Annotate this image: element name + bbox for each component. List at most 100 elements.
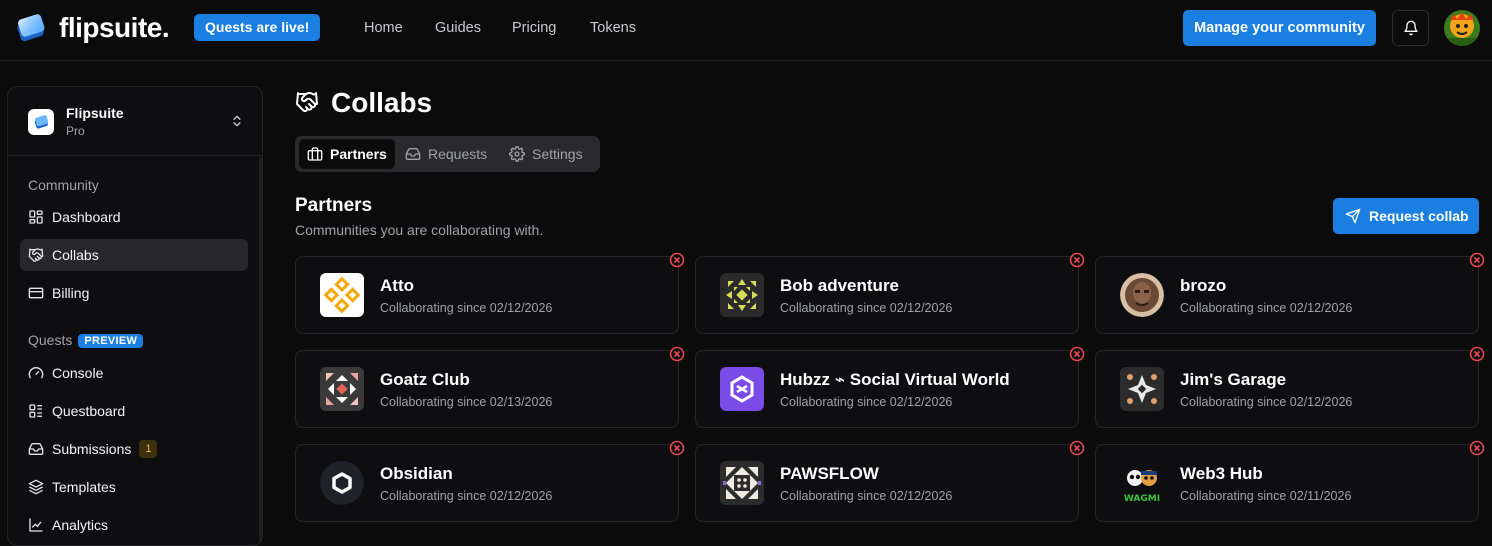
preview-badge: PREVIEW: [78, 334, 144, 348]
partner-since: Collaborating since 02/13/2026: [380, 395, 553, 409]
sidebar-item-label: Console: [52, 365, 104, 381]
sidebar-item-label: Collabs: [52, 247, 99, 263]
page-title: Collabs: [331, 87, 433, 118]
chart-icon: [29, 518, 43, 532]
chevrons-up-down-icon: [230, 113, 244, 129]
dashboard-icon: [29, 210, 43, 224]
hubzz-logo-icon: [720, 367, 764, 411]
goatz-club-logo-icon: [320, 367, 364, 411]
remove-partner-icon[interactable]: [1069, 252, 1085, 268]
partner-since: Collaborating since 02/12/2026: [380, 489, 553, 503]
partner-card[interactable]: PAWSFLOW Collaborating since 02/12/2026: [695, 440, 1085, 522]
quests-live-badge[interactable]: Quests are live!: [194, 14, 321, 41]
partner-since: Collaborating since 02/12/2026: [780, 301, 953, 315]
remove-partner-icon[interactable]: [1069, 346, 1085, 362]
partner-card[interactable]: Bob adventure Collaborating since 02/12/…: [695, 252, 1085, 334]
partner-name: Obsidian: [380, 464, 453, 483]
sidebar-item-console[interactable]: Console: [20, 357, 248, 389]
partner-card[interactable]: Hubzz ⌁ Social Virtual World Collaborati…: [695, 346, 1085, 428]
notifications-button[interactable]: [1392, 10, 1429, 46]
sidebar-item-submissions[interactable]: Submissions 1: [20, 433, 248, 465]
tab-label: Settings: [532, 146, 583, 162]
partner-card[interactable]: Obsidian Collaborating since 02/12/2026: [295, 440, 685, 522]
partner-card[interactable]: WAGMI Web3 Hub Collaborating since 02/11…: [1095, 440, 1485, 522]
sidebar-item-billing[interactable]: Billing: [20, 277, 248, 309]
remove-partner-icon[interactable]: [669, 252, 685, 268]
remove-partner-icon[interactable]: [1469, 440, 1485, 456]
tab-requests[interactable]: Requests: [397, 139, 495, 169]
partner-since: Collaborating since 02/12/2026: [1180, 395, 1353, 409]
request-collab-button[interactable]: Request collab: [1333, 198, 1479, 234]
list-icon: [29, 404, 42, 418]
sidebar-item-dashboard[interactable]: Dashboard: [20, 201, 248, 233]
inbox-icon: [28, 443, 44, 455]
partner-name: PAWSFLOW: [780, 464, 879, 483]
handshake-icon: [28, 248, 44, 262]
partner-card[interactable]: Atto Collaborating since 02/12/2026: [295, 252, 685, 334]
bell-icon: [1403, 20, 1418, 36]
nav-pricing[interactable]: Pricing: [512, 19, 556, 37]
handshake-icon: [295, 90, 319, 114]
briefcase-icon: [307, 147, 323, 161]
tab-settings[interactable]: Settings: [501, 139, 591, 169]
workspace-plan: Pro: [66, 124, 85, 138]
sidebar-item-templates[interactable]: Templates: [20, 471, 248, 503]
top-bar: flipsuite. Quests are live! Home Guides …: [0, 0, 1492, 61]
remove-partner-icon[interactable]: [669, 440, 685, 456]
sidebar: Flipsuite Pro Community Dashboard Collab…: [7, 86, 263, 546]
remove-partner-icon[interactable]: [1069, 440, 1085, 456]
sidebar-item-collabs[interactable]: Collabs: [20, 239, 248, 271]
brand-name[interactable]: flipsuite.: [59, 12, 170, 44]
partner-card[interactable]: brozo Collaborating since 02/12/2026: [1095, 252, 1485, 334]
partner-since: Collaborating since 02/12/2026: [380, 301, 553, 315]
partner-card[interactable]: Jim's Garage Collaborating since 02/12/2…: [1095, 346, 1485, 428]
user-avatar[interactable]: [1444, 10, 1480, 46]
community-section-label: Community: [28, 177, 99, 193]
partner-name: Goatz Club: [380, 370, 470, 389]
nav-tokens[interactable]: Tokens: [590, 19, 636, 37]
remove-partner-icon[interactable]: [1469, 252, 1485, 268]
sidebar-item-label: Templates: [52, 479, 116, 495]
workspace-logo-icon: [28, 109, 54, 135]
manage-community-button[interactable]: Manage your community: [1183, 10, 1376, 46]
jims-garage-logo-icon: [1120, 367, 1164, 411]
partner-since: Collaborating since 02/12/2026: [1180, 301, 1353, 315]
flipsuite-logo-icon[interactable]: [13, 12, 47, 44]
workspace-name: Flipsuite: [66, 105, 124, 121]
partner-since: Collaborating since 02/12/2026: [780, 395, 953, 409]
web3-hub-logo-icon: WAGMI: [1120, 461, 1164, 505]
partner-name: Hubzz ⌁ Social Virtual World: [780, 370, 1010, 389]
atto-logo-icon: [320, 273, 364, 317]
credit-card-icon: [28, 287, 44, 299]
partner-name: Atto: [380, 276, 414, 295]
tab-bar: Partners Requests Settings: [295, 136, 600, 172]
partner-name: Bob adventure: [780, 276, 900, 295]
request-collab-label: Request collab: [1369, 208, 1469, 224]
submissions-count-badge: 1: [139, 440, 158, 458]
pawsflow-logo-icon: [720, 461, 764, 505]
sidebar-item-questboard[interactable]: Questboard: [20, 395, 248, 427]
section-title: Partners: [295, 195, 373, 216]
sidebar-scrollbar[interactable]: [259, 157, 262, 545]
tab-partners[interactable]: Partners: [299, 139, 395, 169]
nav-guides[interactable]: Guides: [435, 19, 481, 37]
tab-label: Requests: [428, 146, 488, 162]
sidebar-item-label: Billing: [52, 285, 90, 301]
workspace-switcher[interactable]: Flipsuite Pro: [8, 87, 262, 156]
nav-home[interactable]: Home: [364, 19, 403, 37]
layers-icon: [28, 479, 44, 495]
quests-label: Quests: [28, 332, 73, 348]
sidebar-item-label: Questboard: [52, 403, 126, 419]
sidebar-item-analytics[interactable]: Analytics: [20, 509, 248, 541]
partner-since: Collaborating since 02/12/2026: [780, 489, 953, 503]
sidebar-item-label: Dashboard: [52, 209, 121, 225]
sidebar-item-label: Submissions: [52, 441, 132, 457]
remove-partner-icon[interactable]: [1469, 346, 1485, 362]
partner-card[interactable]: Goatz Club Collaborating since 02/13/202…: [295, 346, 685, 428]
brozo-logo-icon: [1120, 273, 1164, 317]
partner-since: Collaborating since 02/11/2026: [1180, 489, 1352, 503]
bob-adventure-logo-icon: [720, 273, 764, 317]
obsidian-logo-icon: [320, 461, 364, 505]
sidebar-item-label: Analytics: [52, 517, 109, 533]
remove-partner-icon[interactable]: [669, 346, 685, 362]
